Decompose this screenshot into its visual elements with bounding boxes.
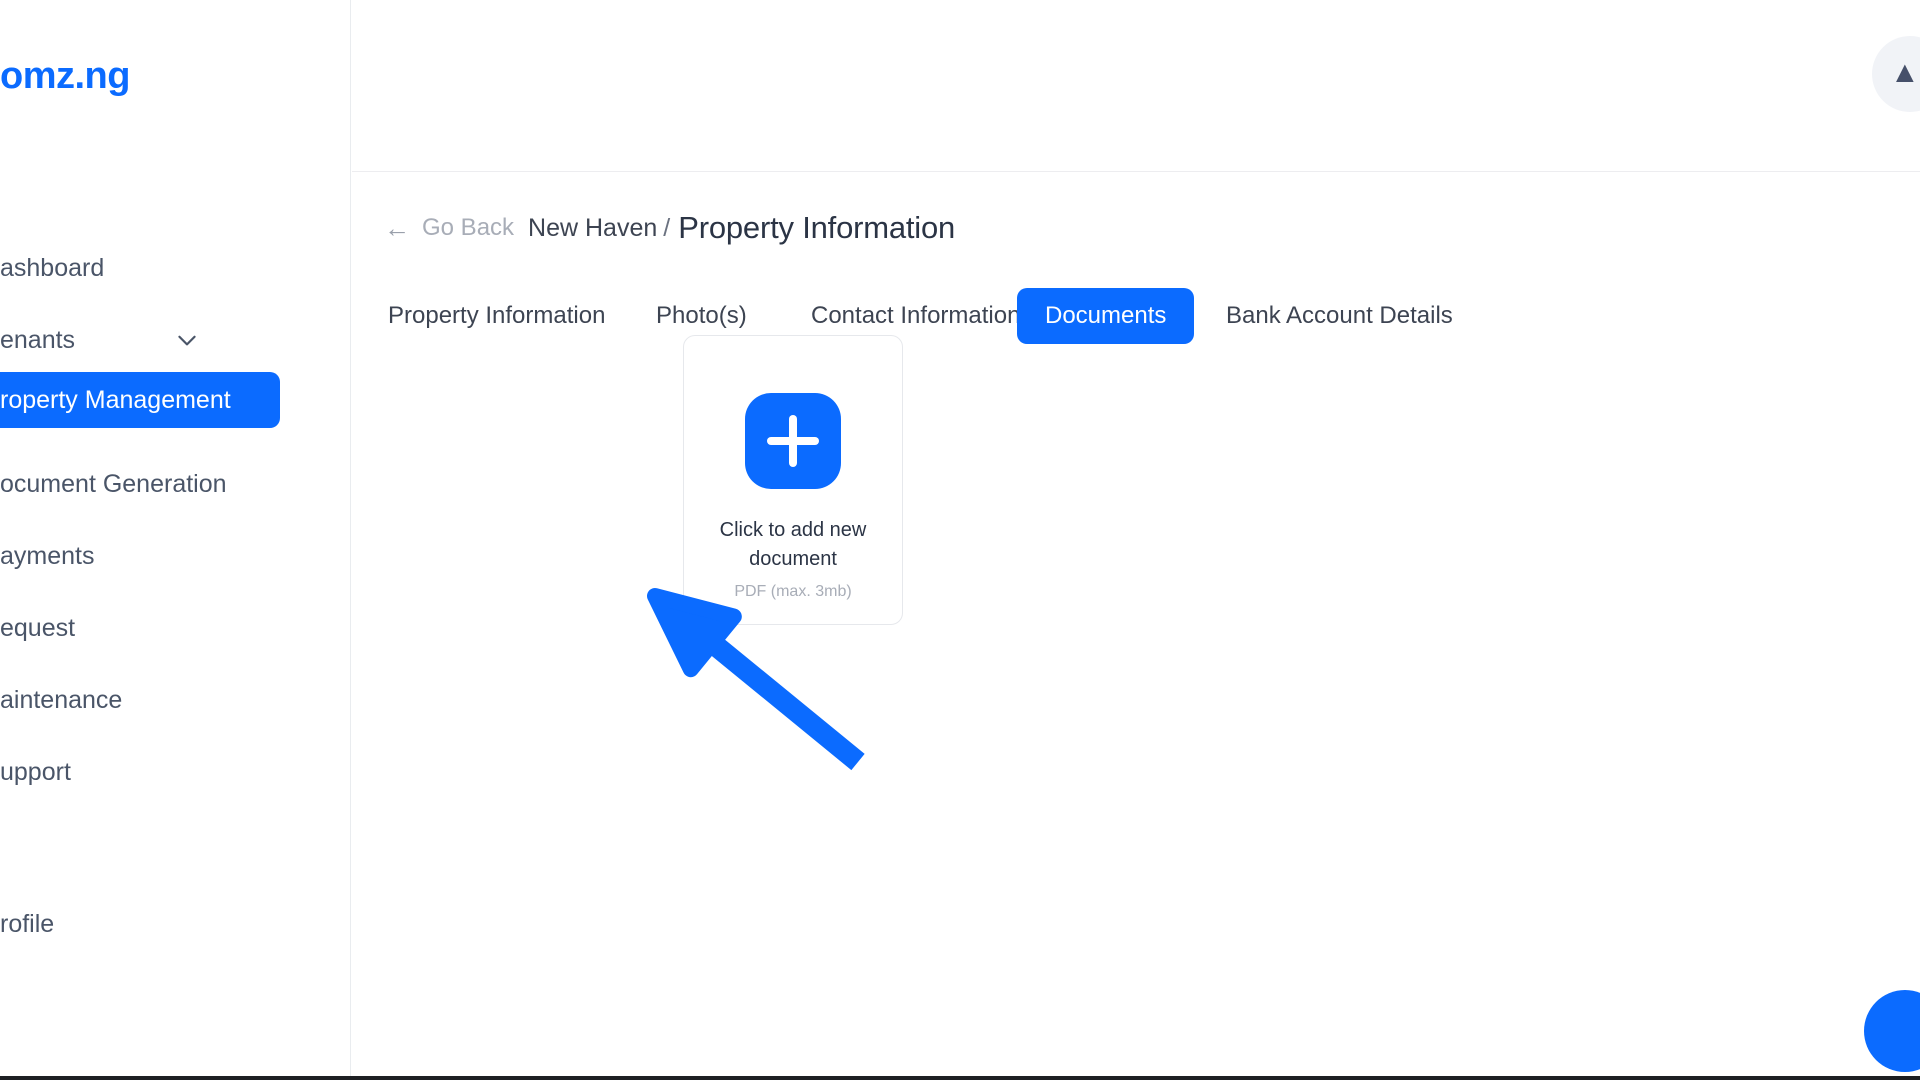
add-document-card[interactable]: Click to add new document PDF (max. 3mb) [683, 335, 903, 625]
tab-label: Documents [1045, 302, 1167, 329]
sidebar-item-4[interactable]: ayments [0, 528, 296, 584]
sidebar-item-label: rofile [0, 909, 55, 938]
breadcrumb-separator: / [663, 213, 671, 242]
avatar-glyph: ▲ [1890, 56, 1920, 89]
floating-action-button[interactable] [1864, 990, 1920, 1072]
sidebar-item-label: enants [0, 325, 76, 354]
tab-label: Photo(s) [656, 302, 747, 329]
sidebar-item-label: upport [0, 757, 71, 786]
sidebar-item-label: equest [0, 613, 76, 642]
tab-label: Contact Information [811, 302, 1021, 329]
sidebar-item-label: ayments [0, 541, 95, 570]
sidebar: omz.ng ashboard enants roperty Management o… [0, 0, 351, 1080]
app-root: omz.ng ashboard enants roperty Management o… [0, 0, 1920, 1080]
sidebar-item-5[interactable]: equest [0, 600, 296, 656]
sidebar-content: omz.ng ashboard enants roperty Management o… [0, 0, 350, 1080]
sidebar-item-8[interactable]: rofile [0, 896, 296, 952]
tab-bar: Property Information Photo(s) Contact Info… [352, 288, 1920, 344]
tab-3[interactable]: Documents [1017, 288, 1195, 344]
sidebar-item-label: roperty Management [0, 385, 231, 414]
main-content: ▲ ← Go Back New Haven / Property Informa… [352, 0, 1920, 1080]
brand-logo[interactable]: omz.ng [0, 55, 130, 98]
sidebar-item-0[interactable]: ashboard [0, 240, 296, 296]
sidebar-item-label: aintenance [0, 685, 123, 714]
tab-label: Bank Account Details [1226, 302, 1453, 329]
breadcrumb: ← Go Back New Haven / Property Informati… [352, 205, 1920, 251]
chevron-down-icon[interactable] [174, 327, 200, 353]
sidebar-item-3[interactable]: ocument Generation [0, 456, 296, 512]
plus-icon-vertical-bar [789, 415, 797, 467]
page-title: Property Information [678, 210, 956, 245]
sidebar-item-label: ashboard [0, 253, 105, 282]
avatar[interactable]: ▲ [1872, 36, 1920, 112]
bottom-divider [0, 1076, 1920, 1080]
sidebar-item-6[interactable]: aintenance [0, 672, 296, 728]
breadcrumb-parent[interactable]: New Haven [528, 214, 657, 243]
tab-0[interactable]: Property Information [384, 288, 609, 344]
add-document-label: Click to add new document [719, 519, 867, 570]
tab-label: Property Information [388, 302, 606, 329]
sidebar-item-7[interactable]: upport [0, 744, 296, 800]
tab-4[interactable]: Bank Account Details [1222, 288, 1457, 344]
add-document-hint: PDF (max. 3mb) [734, 583, 852, 600]
plus-icon [745, 393, 841, 489]
sidebar-item-label: ocument Generation [0, 469, 227, 498]
sidebar-item-2[interactable]: roperty Management [0, 372, 280, 428]
go-back-link[interactable]: Go Back [422, 214, 514, 242]
back-arrow-icon[interactable]: ← [384, 215, 410, 241]
top-header-bar: ▲ [352, 0, 1920, 172]
sidebar-item-1[interactable]: enants [0, 312, 296, 368]
